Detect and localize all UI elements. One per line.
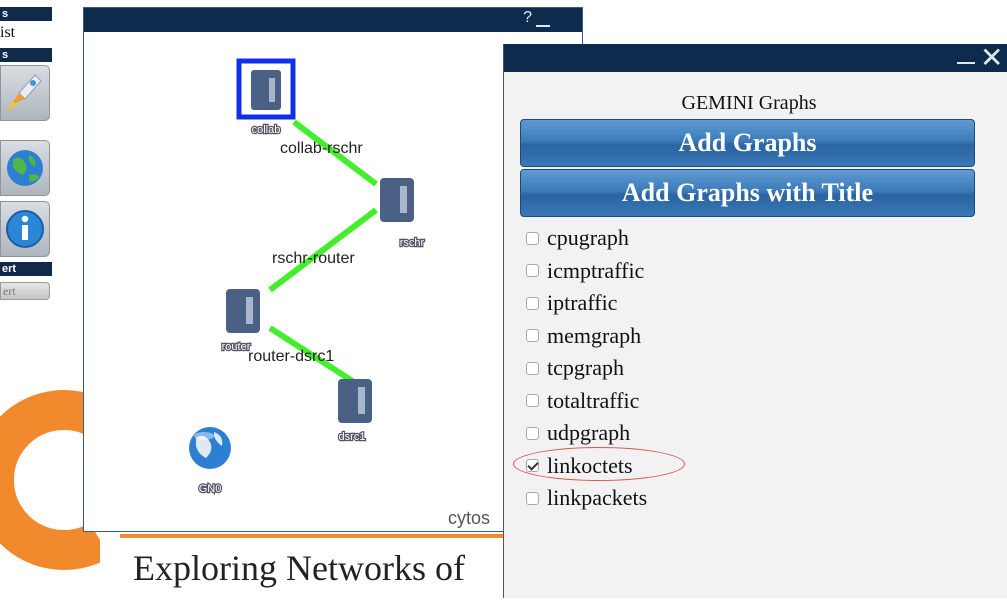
site-tagline: Exploring Networks of: [133, 548, 465, 588]
globe-icon: [7, 150, 43, 186]
sidebar-rocket-button[interactable]: [0, 65, 50, 121]
add-graphs-with-title-button[interactable]: Add Graphs with Title: [520, 169, 975, 217]
logo-underline: [120, 534, 520, 538]
selection-highlight-ellipse: [513, 447, 685, 481]
edge-label: router-dsrc1: [248, 348, 334, 365]
checkbox[interactable]: [526, 231, 539, 245]
gemini-graphs-window: ✕ GEMINI Graphs Add Graphs Add Graphs wi…: [503, 41, 1007, 598]
checkbox[interactable]: [526, 296, 539, 310]
node-label: collab: [252, 124, 281, 136]
graph-option-label: memgraph: [547, 322, 642, 348]
graph-option-udpgraph[interactable]: udpgraph: [526, 417, 647, 450]
checkbox[interactable]: [526, 426, 539, 440]
minimize-icon[interactable]: [536, 25, 550, 27]
graph-option-linkpackets[interactable]: linkpackets: [526, 482, 647, 515]
sidebar-section-header: s: [0, 48, 52, 62]
sidebar-info-button[interactable]: [0, 201, 50, 257]
graph-option-tcpgraph[interactable]: tcpgraph: [526, 352, 647, 385]
graph-option-icmptraffic[interactable]: icmptraffic: [526, 255, 647, 288]
gemini-window-titlebar: ✕: [504, 41, 1007, 74]
node-label: GN0: [199, 483, 222, 495]
rocket-icon: [7, 74, 42, 111]
node-label: dsrc1: [339, 431, 366, 443]
graph-option-label: icmptraffic: [547, 257, 645, 283]
sidebar-section-header: s: [0, 7, 52, 21]
graph-option-cpugraph[interactable]: cpugraph: [526, 222, 647, 255]
gemini-title: GEMINI Graphs: [681, 92, 817, 114]
checkbox[interactable]: [526, 329, 539, 343]
edge-label: rschr-router: [272, 250, 355, 267]
minimize-icon[interactable]: [957, 62, 975, 64]
graph-option-label: totaltraffic: [547, 387, 640, 413]
sidebar-list-link[interactable]: ist: [0, 24, 15, 42]
node-label: router: [222, 341, 251, 353]
sidebar-alert-button[interactable]: ert: [0, 282, 50, 300]
graph-option-label: linkpackets: [547, 485, 648, 511]
graph-option-label: udpgraph: [547, 420, 631, 446]
checkbox[interactable]: [526, 491, 539, 505]
add-graphs-button[interactable]: Add Graphs: [520, 119, 975, 167]
graph-option-label: iptraffic: [547, 290, 618, 316]
node-label: rschr: [400, 237, 425, 249]
info-icon: [6, 210, 44, 248]
checkbox[interactable]: [526, 264, 539, 278]
node-rschr[interactable]: rschr: [380, 178, 426, 250]
sidebar-section-header: ert: [0, 262, 52, 276]
graph-option-totaltraffic[interactable]: totaltraffic: [526, 385, 647, 418]
help-icon[interactable]: ?: [523, 9, 532, 27]
sidebar-globe-button[interactable]: [0, 140, 50, 196]
checkbox[interactable]: [526, 361, 539, 375]
topology-window-titlebar: ?: [84, 8, 582, 32]
node-gn[interactable]: GN0: [189, 427, 231, 496]
graph-option-label: cpugraph: [547, 225, 629, 251]
node-router[interactable]: router: [220, 289, 260, 354]
close-icon[interactable]: ✕: [980, 41, 1003, 74]
node-dsrc1[interactable]: dsrc1: [337, 379, 372, 444]
graph-option-iptraffic[interactable]: iptraffic: [526, 287, 647, 320]
edge-label: collab-rschr: [280, 140, 363, 157]
checkbox[interactable]: [526, 394, 539, 408]
node-collab[interactable]: collab: [236, 58, 296, 137]
graph-option-label: tcpgraph: [547, 355, 624, 381]
graph-option-memgraph[interactable]: memgraph: [526, 320, 647, 353]
cytoscape-credit: cytos: [448, 508, 491, 528]
